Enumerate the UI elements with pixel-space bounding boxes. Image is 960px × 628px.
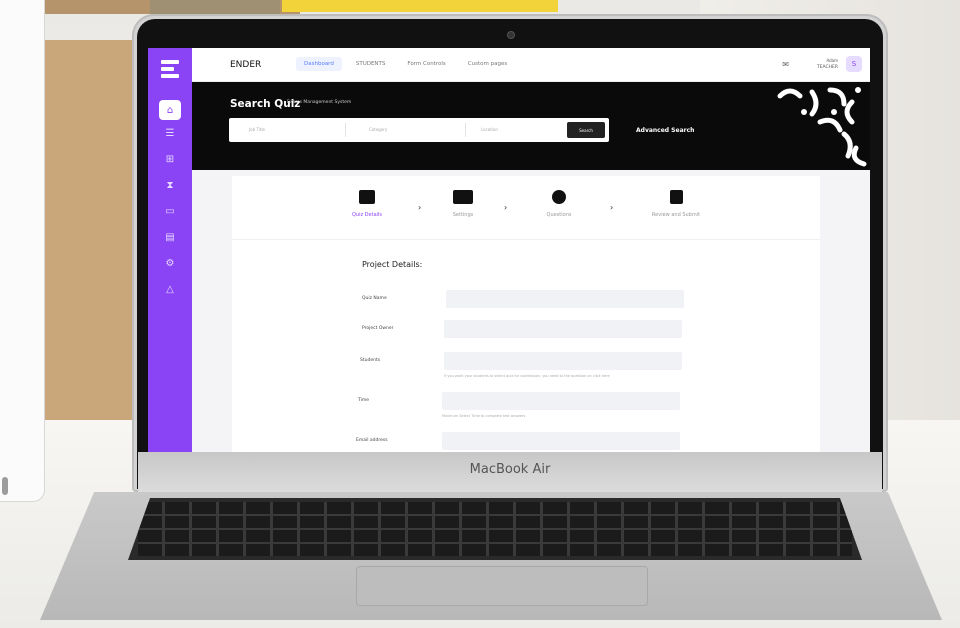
app-name: ENDER xyxy=(230,60,262,70)
webcam-icon xyxy=(507,31,515,39)
time-input[interactable] xyxy=(442,392,680,410)
step-questions[interactable]: Questions xyxy=(524,190,594,218)
scene: MacBook Air ⌂ ☰ ⊞ ⧗ ▭ ▤ ⚙ △ ENDER Dashbo… xyxy=(0,0,960,628)
yellow-object xyxy=(282,0,558,12)
app-logo-icon[interactable] xyxy=(161,60,179,78)
trackpad[interactable] xyxy=(356,566,648,606)
nav-dashboard[interactable]: Dashboard xyxy=(296,57,342,71)
nav-custom-pages[interactable]: Custom pages xyxy=(460,57,515,71)
quiz-name-input[interactable] xyxy=(446,290,684,308)
step-quiz-details[interactable]: Quiz Details xyxy=(332,190,402,218)
field-label-time: Time xyxy=(358,398,370,403)
step-label: Quiz Details xyxy=(351,212,383,218)
nav-students[interactable]: STUDENTS xyxy=(348,57,394,71)
top-bar: ENDER Dashboard STUDENTS Form Controls C… xyxy=(192,48,870,82)
user-role: Adam xyxy=(826,57,838,63)
decorative-pattern-icon xyxy=(777,87,867,167)
plus-square-icon[interactable]: ⊞ xyxy=(160,152,180,166)
scrollbar-handle[interactable] xyxy=(2,477,8,495)
search-hero: Search Quiz Exams Management System Job … xyxy=(192,82,870,170)
desktop-icon xyxy=(453,190,473,204)
page-subtitle: Exams Management System xyxy=(287,100,352,105)
search-button[interactable]: Search xyxy=(567,122,605,138)
home-icon[interactable]: ⌂ xyxy=(159,100,181,120)
chevron-right-icon: › xyxy=(418,203,422,212)
user-area: ✉ Adam TEACHER S xyxy=(782,56,862,72)
step-label: Review and Submit xyxy=(651,212,701,218)
quiz-wizard-card: Quiz Details › Settings › Questions › Re… xyxy=(232,176,820,452)
laptop-brand: MacBook Air xyxy=(469,462,551,477)
chat-icon[interactable]: ▭ xyxy=(160,204,180,218)
chevron-right-icon: › xyxy=(610,203,614,212)
search-bar: Job Title Category Location Search xyxy=(229,118,609,142)
globe-icon xyxy=(552,190,566,204)
field-label-email: Email address xyxy=(356,438,388,443)
sidebar: ⌂ ☰ ⊞ ⧗ ▭ ▤ ⚙ △ xyxy=(148,48,192,452)
students-input[interactable] xyxy=(444,352,682,370)
time-hint: Minimum Select Time to complete test ans… xyxy=(442,414,526,418)
field-label-students: Students xyxy=(360,358,381,363)
step-settings[interactable]: Settings xyxy=(428,190,498,218)
search-field-location[interactable]: Location xyxy=(481,127,498,132)
avatar[interactable]: S xyxy=(846,56,862,72)
field-label-quiz-name: Quiz Name xyxy=(362,296,387,301)
app-screen: ⌂ ☰ ⊞ ⧗ ▭ ▤ ⚙ △ ENDER Dashboard STUDENTS… xyxy=(148,48,870,452)
step-review-submit[interactable]: Review and Submit xyxy=(636,190,716,218)
field-label-project-owner: Project Owner xyxy=(362,326,394,331)
user-info: Adam TEACHER xyxy=(817,58,838,71)
notification-icon[interactable]: ✉ xyxy=(782,60,789,69)
side-panel xyxy=(0,0,45,502)
settings-icon[interactable]: ⚙ xyxy=(160,256,180,270)
students-hint: If you want your students to select quiz… xyxy=(444,374,610,378)
monitor-icon xyxy=(359,190,375,204)
document-icon[interactable]: ▤ xyxy=(160,230,180,244)
main-nav: Dashboard STUDENTS Form Controls Custom … xyxy=(296,57,515,71)
user-name: TEACHER xyxy=(816,64,838,70)
search-field-category[interactable]: Category xyxy=(369,127,387,132)
wizard-steps: Quiz Details › Settings › Questions › Re… xyxy=(232,176,820,240)
divider xyxy=(465,123,466,137)
project-owner-input[interactable] xyxy=(444,320,682,338)
hourglass-icon[interactable]: ⧗ xyxy=(160,178,180,192)
step-label: Questions xyxy=(546,212,572,218)
search-field-job-title[interactable]: Job Title xyxy=(249,127,265,132)
advanced-search-link[interactable]: Advanced Search xyxy=(636,127,694,134)
email-input[interactable] xyxy=(442,432,680,450)
list-icon[interactable]: ☰ xyxy=(160,126,180,140)
divider xyxy=(345,123,346,137)
chevron-right-icon: › xyxy=(504,203,508,212)
file-icon xyxy=(669,190,683,204)
warning-icon[interactable]: △ xyxy=(160,282,180,296)
section-title: Project Details: xyxy=(362,260,423,269)
nav-form-controls[interactable]: Form Controls xyxy=(399,57,453,71)
step-label: Settings xyxy=(452,212,474,218)
keyboard xyxy=(128,498,862,560)
